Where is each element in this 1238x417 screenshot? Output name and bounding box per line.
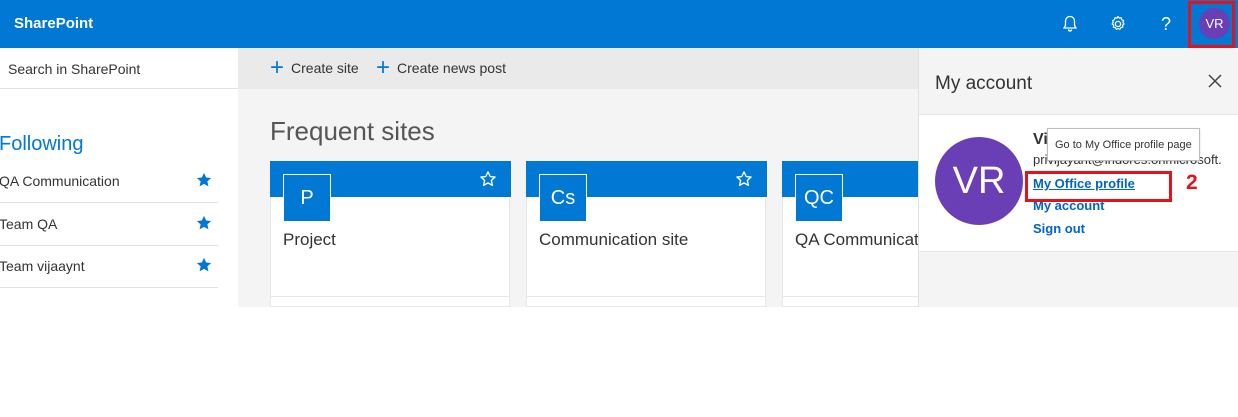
following-item-label: QA Communication [0,173,120,189]
following-item[interactable]: Team vijaaynt [0,245,218,288]
frequent-sites-heading: Frequent sites [270,116,435,146]
following-item-label: Team vijaaynt [0,258,85,274]
close-icon[interactable] [1207,73,1223,89]
tooltip: Go to My Office profile page [1047,128,1200,161]
account-avatar[interactable]: VR [935,137,1023,225]
create-news-post-label: Create news post [397,60,506,76]
create-site-label: Create site [291,60,359,76]
command-bar: + Create site + Create news post [238,48,918,89]
help-icon: ? [1160,13,1171,34]
search-input[interactable] [0,48,238,89]
divider [783,296,918,297]
divider [271,296,509,297]
annotation-box-step2 [1025,171,1172,202]
suite-bar: SharePoint ? VR [0,0,1238,48]
notifications-button[interactable] [1056,10,1084,38]
annotation-box-step1 [1188,1,1235,48]
left-navigation: Following QA Communication Team QA Team … [0,48,238,307]
settings-button[interactable] [1104,10,1132,38]
app-title[interactable]: SharePoint [14,15,93,32]
create-news-post-button[interactable]: + Create news post [376,54,506,81]
following-item-label: Team QA [0,216,58,232]
site-card[interactable]: Cs Communication site [526,161,767,307]
following-heading: Following [0,133,84,155]
site-card-name: Project [283,230,336,249]
site-card-name: QA Communication [795,230,918,249]
sharepoint-window: SharePoint ? VR 1 Following QA Communica [0,0,1238,417]
account-name: Vi [1033,131,1048,148]
annotation-label-step2: 2 [1186,171,1198,194]
star-filled-icon[interactable] [195,256,213,274]
star-outline-icon[interactable] [735,170,753,188]
site-logo: Cs [539,174,587,222]
site-card[interactable]: QC QA Communication [782,161,918,307]
plus-icon: + [376,54,391,81]
account-panel-title: My account [935,73,1033,94]
site-card-name: Communication site [539,230,689,249]
site-logo: P [283,174,331,222]
help-button[interactable]: ? [1152,10,1180,38]
star-outline-icon[interactable] [479,170,497,188]
star-filled-icon[interactable] [195,214,213,232]
site-card[interactable]: P Project [270,161,511,307]
main-content: + Create site + Create news post Frequen… [238,48,918,307]
following-item[interactable]: Team QA [0,203,218,246]
following-item[interactable]: QA Communication [0,160,218,203]
bell-icon [1062,15,1078,32]
search-container [0,48,238,89]
star-filled-icon[interactable] [195,171,213,189]
gear-icon [1111,15,1125,30]
plus-icon: + [270,54,285,81]
create-site-button[interactable]: + Create site [270,54,359,81]
site-logo: QC [795,174,843,222]
divider [527,296,765,297]
sign-out-link[interactable]: Sign out [1033,221,1085,236]
